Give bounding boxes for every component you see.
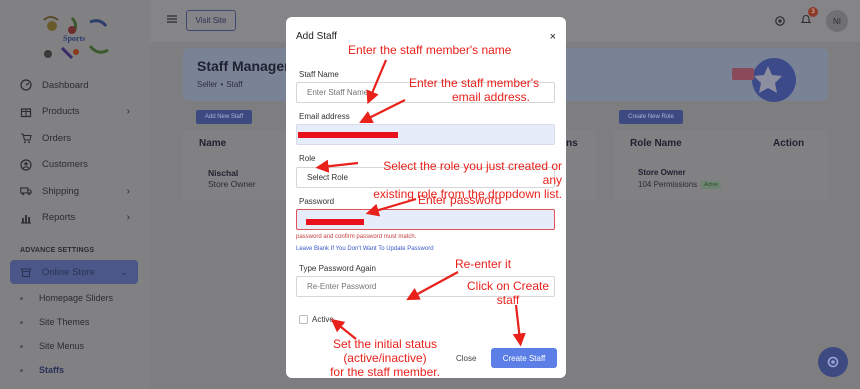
staff-row-name: Nischal — [208, 168, 239, 178]
cart-icon — [20, 132, 32, 144]
sidebar-item-reports[interactable]: Reports › — [0, 205, 150, 232]
staff-table-card-right: ns — [566, 130, 596, 200]
user-icon — [20, 159, 32, 171]
banner-illustration — [732, 58, 796, 102]
annotation-status: Set the initial status (active/inactive)… — [290, 337, 480, 379]
sidebar-item-label: Site Menus — [39, 341, 85, 351]
chevron-down-icon: ⌄ — [120, 266, 128, 277]
chart-icon — [20, 212, 32, 224]
bullet-icon — [20, 368, 23, 372]
role-row-permissions: 104 Permissions Active — [638, 180, 721, 189]
sidebar-item-products[interactable]: Products › — [0, 99, 150, 126]
annotation-email: Enter the staff member's email address. — [398, 76, 550, 104]
annotation-create: Click on Create staff — [458, 279, 558, 307]
sidebar-item-dashboard[interactable]: Dashboard — [0, 72, 150, 99]
sidebar-item-orders[interactable]: Orders — [0, 125, 150, 152]
sidebar-item-label: Shipping — [42, 185, 79, 197]
chevron-right-icon: › — [126, 185, 130, 197]
truck-icon — [20, 185, 32, 197]
modal-title: Add Staff — [296, 31, 337, 42]
annotation-password: Enter password — [418, 193, 502, 207]
annotation-role-line1: Select the role you just created or any — [383, 159, 562, 187]
password-error-message: password and confirm password must match… — [296, 234, 417, 240]
status-badge: Active — [701, 180, 721, 189]
annotation-email-line2: email address. — [451, 90, 531, 104]
box-icon — [20, 106, 32, 118]
staff-table-card: Name Nischal Store Owner — [183, 130, 287, 200]
chevron-right-icon: › — [126, 106, 130, 118]
notification-badge: 3 — [808, 7, 818, 17]
annotation-reenter: Re-enter it — [455, 257, 512, 271]
table-header-partial: ns — [566, 138, 578, 149]
store-icon — [20, 266, 32, 278]
add-new-staff-button[interactable]: Add New Staff — [196, 110, 252, 124]
settings-icon[interactable] — [774, 15, 786, 27]
hamburger-menu-icon[interactable] — [167, 14, 177, 24]
sidebar-item-label: Online Store — [42, 266, 95, 278]
sidebar-item-customers[interactable]: Customers — [0, 152, 150, 179]
annotation-name: Enter the staff member's name — [348, 43, 512, 57]
confirm-password-label: Type Password Again — [299, 264, 376, 273]
settings-fab-button[interactable] — [818, 347, 848, 377]
sidebar-subitem-homepage-sliders[interactable]: Homepage Sliders — [20, 293, 113, 303]
redacted-password-bar — [306, 219, 364, 225]
bullet-icon — [20, 344, 23, 348]
sidebar-item-label: Site Themes — [39, 317, 90, 327]
bullet-icon — [20, 320, 23, 324]
logo-text: Sports — [63, 34, 86, 43]
breadcrumb-item[interactable]: Seller — [197, 80, 217, 89]
annotation-email-line1: Enter the staff member's — [408, 76, 540, 90]
sidebar-nav: Dashboard Products › Orders Customers Sh… — [0, 72, 150, 231]
sidebar-subitem-site-themes[interactable]: Site Themes — [20, 317, 89, 327]
avatar[interactable]: NI — [826, 10, 848, 32]
topbar-actions: 3 NI — [774, 7, 848, 32]
active-checkbox-label: Active — [312, 315, 334, 324]
active-checkbox[interactable] — [299, 315, 308, 324]
sidebar-item-label: Staffs — [39, 365, 65, 375]
role-row-name: Store Owner — [638, 168, 686, 177]
sidebar-item-label: Orders — [42, 132, 72, 144]
password-hint: Leave Blank If You Don't Want To Update … — [296, 246, 434, 252]
annotation-status-line1: Set the initial status (active/inactive) — [332, 337, 438, 365]
sidebar-item-label: Reports — [42, 212, 76, 224]
sidebar-item-label: Products — [42, 106, 80, 118]
sidebar-item-label: Customers — [42, 159, 88, 171]
annotation-status-line2: for the staff member. — [330, 365, 440, 379]
staff-name-label: Staff Name — [299, 70, 339, 79]
annotation-create-line2: staff — [496, 293, 520, 307]
sidebar-item-shipping[interactable]: Shipping › — [0, 178, 150, 205]
sidebar-subitem-site-menus[interactable]: Site Menus — [20, 341, 84, 351]
create-new-role-button[interactable]: Create New Role — [619, 110, 683, 124]
sidebar-item-label: Homepage Sliders — [39, 293, 114, 303]
role-table-card: Role Name Action Store Owner 104 Permiss… — [613, 130, 828, 200]
sidebar-subitem-staffs[interactable]: Staffs — [20, 365, 64, 375]
table-header-action: Action — [773, 138, 805, 149]
create-staff-button[interactable]: Create Staff — [491, 348, 557, 368]
table-header-role-name: Role Name — [630, 138, 682, 149]
sidebar-item-label: Dashboard — [42, 79, 89, 91]
close-icon[interactable]: × — [550, 31, 556, 43]
redacted-email-bar — [298, 132, 398, 138]
sports-logo[interactable]: Sports — [32, 12, 118, 68]
permissions-count: 104 Permissions — [638, 180, 698, 189]
table-header-name: Name — [199, 138, 227, 149]
role-label: Role — [299, 154, 316, 163]
breadcrumb-separator: • — [220, 80, 224, 89]
notifications-button[interactable]: 3 — [800, 7, 818, 30]
password-label: Password — [299, 197, 335, 206]
sidebar-item-online-store[interactable]: Online Store ⌄ — [10, 260, 138, 284]
annotation-create-line1: Click on Create — [466, 279, 550, 293]
chevron-right-icon: › — [126, 212, 130, 224]
advance-settings-heading: ADVANCE SETTINGS — [20, 247, 95, 254]
breadcrumb-item: Staff — [226, 80, 243, 89]
sidebar: Sports Dashboard Products › Orders Custo… — [0, 0, 150, 389]
bullet-icon — [20, 296, 23, 300]
breadcrumb: Seller • Staff — [197, 80, 243, 89]
staff-row-role: Store Owner — [208, 179, 256, 189]
email-label: Email address — [299, 112, 350, 121]
dashboard-icon — [20, 79, 32, 91]
gear-icon — [827, 356, 839, 368]
visit-site-button[interactable]: Visit Site — [186, 10, 236, 31]
